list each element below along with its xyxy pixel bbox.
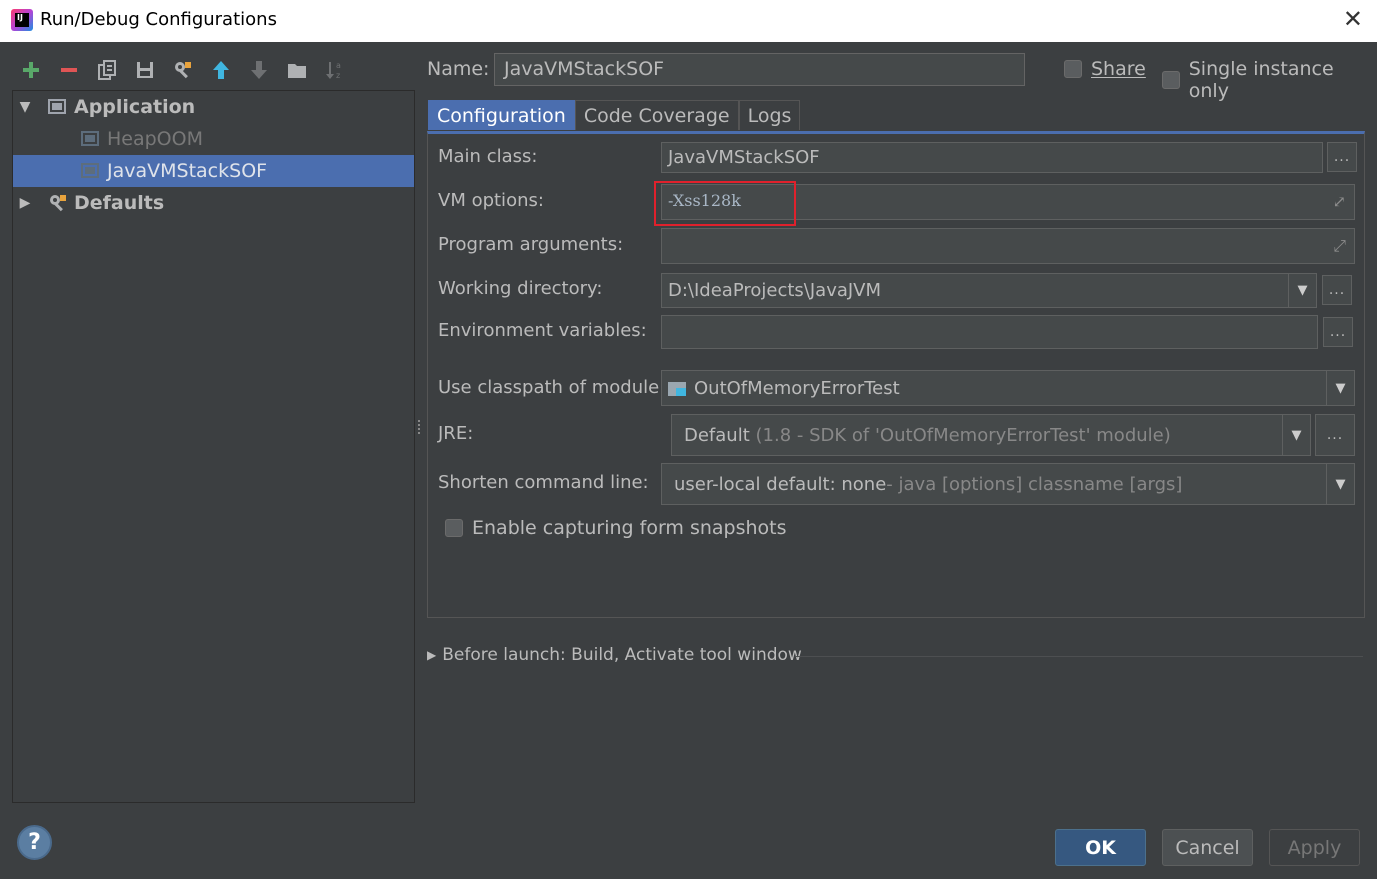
copy-icon[interactable] xyxy=(90,54,124,86)
vm-options-red-highlight xyxy=(654,181,796,226)
config-toolbar: az xyxy=(14,54,352,86)
expand-icon[interactable]: ⤢ xyxy=(1333,236,1346,256)
classpath-module-label: Use classpath of module: xyxy=(438,377,666,398)
capture-snapshots-label: Enable capturing form snapshots xyxy=(472,517,787,539)
working-directory-label: Working directory: xyxy=(438,278,603,299)
share-checkbox-box[interactable] xyxy=(1064,60,1082,78)
share-checkbox[interactable]: Share xyxy=(1064,58,1146,80)
single-instance-checkbox-box[interactable] xyxy=(1162,71,1180,89)
chevron-down-icon[interactable]: ▼ xyxy=(1326,464,1354,504)
title-bar: IJ Run/Debug Configurations ✕ xyxy=(0,0,1377,42)
single-instance-label: Single instance only xyxy=(1188,58,1334,102)
application-icon xyxy=(48,97,68,117)
application-config-icon xyxy=(81,161,101,181)
module-folder-icon xyxy=(668,380,688,396)
sort-icon[interactable]: az xyxy=(318,54,352,86)
expand-icon[interactable]: ⤢ xyxy=(1333,192,1346,211)
splitter-handle[interactable] xyxy=(416,418,422,438)
environment-variables-label: Environment variables: xyxy=(438,320,647,341)
cancel-button[interactable]: Cancel xyxy=(1162,829,1253,866)
tree-item-heapoom[interactable]: HeapOOM xyxy=(13,123,414,155)
svg-text:a: a xyxy=(336,61,341,70)
tab-logs[interactable]: Logs xyxy=(738,100,801,130)
capture-snapshots-checkbox[interactable]: Enable capturing form snapshots xyxy=(445,517,787,539)
capture-snapshots-checkbox-box[interactable] xyxy=(445,519,463,537)
tree-item-label: JavaVMStackSOF xyxy=(107,160,268,182)
main-class-field[interactable]: JavaVMStackSOF xyxy=(661,142,1323,173)
name-field[interactable]: JavaVMStackSOF xyxy=(494,53,1025,86)
configuration-panel: Main class: JavaVMStackSOF ... VM option… xyxy=(427,131,1365,618)
move-down-icon[interactable] xyxy=(242,54,276,86)
chevron-down-icon[interactable]: ▼ xyxy=(1288,274,1316,307)
svg-text:z: z xyxy=(336,71,340,80)
program-arguments-field[interactable]: ⤢ xyxy=(661,228,1355,264)
tree-label-application: Application xyxy=(74,96,196,118)
environment-variables-browse-button[interactable]: ... xyxy=(1323,317,1353,347)
main-class-browse-button[interactable]: ... xyxy=(1327,142,1357,172)
classpath-module-value: OutOfMemoryErrorTest xyxy=(694,377,900,399)
shorten-command-line-value: user-local default: none xyxy=(674,473,887,495)
collapsed-arrow-icon[interactable]: ▶ xyxy=(427,648,436,662)
working-directory-browse-button[interactable]: ... xyxy=(1322,275,1352,305)
jre-value: Default xyxy=(684,424,750,446)
edit-defaults-icon[interactable] xyxy=(166,54,200,86)
share-label: Share xyxy=(1091,58,1146,80)
shorten-command-line-label: Shorten command line: xyxy=(438,472,649,493)
configuration-tree: ▼ Application HeapOOM JavaVMStackSOF ▶ D… xyxy=(12,90,415,803)
ok-button[interactable]: OK xyxy=(1055,829,1146,866)
before-launch-label: Before launch: Build, Activate tool wind… xyxy=(442,645,802,665)
working-directory-value: D:\IdeaProjects\JavaJVM xyxy=(668,280,882,301)
expanded-arrow-icon[interactable]: ▼ xyxy=(16,99,34,115)
shorten-command-line-detail: - java [options] classname [args] xyxy=(886,473,1183,495)
before-launch-section[interactable]: ▶ Before launch: Build, Activate tool wi… xyxy=(427,645,802,665)
jre-label: JRE: xyxy=(438,423,474,444)
before-launch-divider xyxy=(795,656,1363,657)
tree-node-application[interactable]: ▼ Application xyxy=(13,91,414,123)
working-directory-combo[interactable]: D:\IdeaProjects\JavaJVM ▼ xyxy=(661,273,1317,308)
vm-options-label: VM options: xyxy=(438,190,544,211)
move-up-icon[interactable] xyxy=(204,54,238,86)
add-icon[interactable] xyxy=(14,54,48,86)
remove-icon[interactable] xyxy=(52,54,86,86)
tree-item-javavmstacksof[interactable]: JavaVMStackSOF xyxy=(13,155,414,187)
environment-variables-field[interactable] xyxy=(661,315,1318,349)
wrench-icon xyxy=(48,193,68,213)
jre-combo[interactable]: Default (1.8 - SDK of 'OutOfMemoryErrorT… xyxy=(671,414,1311,456)
folder-icon[interactable] xyxy=(280,54,314,86)
chevron-down-icon[interactable]: ▼ xyxy=(1282,415,1310,455)
tab-bar: Configuration Code Coverage Logs xyxy=(428,100,801,130)
main-class-label: Main class: xyxy=(438,146,538,167)
tree-node-defaults[interactable]: ▶ Defaults xyxy=(13,187,414,219)
tree-label-defaults: Defaults xyxy=(74,192,165,214)
jre-browse-button[interactable]: ... xyxy=(1315,414,1355,456)
single-instance-checkbox[interactable]: Single instance only xyxy=(1162,58,1377,102)
help-button[interactable]: ? xyxy=(17,825,52,860)
collapsed-arrow-icon[interactable]: ▶ xyxy=(16,195,34,211)
window-title: Run/Debug Configurations xyxy=(40,9,277,30)
intellij-app-icon: IJ xyxy=(11,9,33,31)
tab-configuration[interactable]: Configuration xyxy=(428,100,575,130)
save-icon[interactable] xyxy=(128,54,162,86)
program-arguments-label: Program arguments: xyxy=(438,234,624,255)
name-label: Name: xyxy=(427,58,490,80)
jre-detail: (1.8 - SDK of 'OutOfMemoryErrorTest' mod… xyxy=(755,424,1171,446)
application-config-icon xyxy=(81,129,101,149)
classpath-module-combo[interactable]: OutOfMemoryErrorTest ▼ xyxy=(661,370,1355,406)
tree-item-label: HeapOOM xyxy=(107,128,203,150)
tab-code-coverage[interactable]: Code Coverage xyxy=(574,100,739,130)
apply-button[interactable]: Apply xyxy=(1269,829,1360,866)
close-icon[interactable]: ✕ xyxy=(1343,7,1363,31)
chevron-down-icon[interactable]: ▼ xyxy=(1326,371,1354,405)
shorten-command-line-combo[interactable]: user-local default: none - java [options… xyxy=(661,463,1355,505)
